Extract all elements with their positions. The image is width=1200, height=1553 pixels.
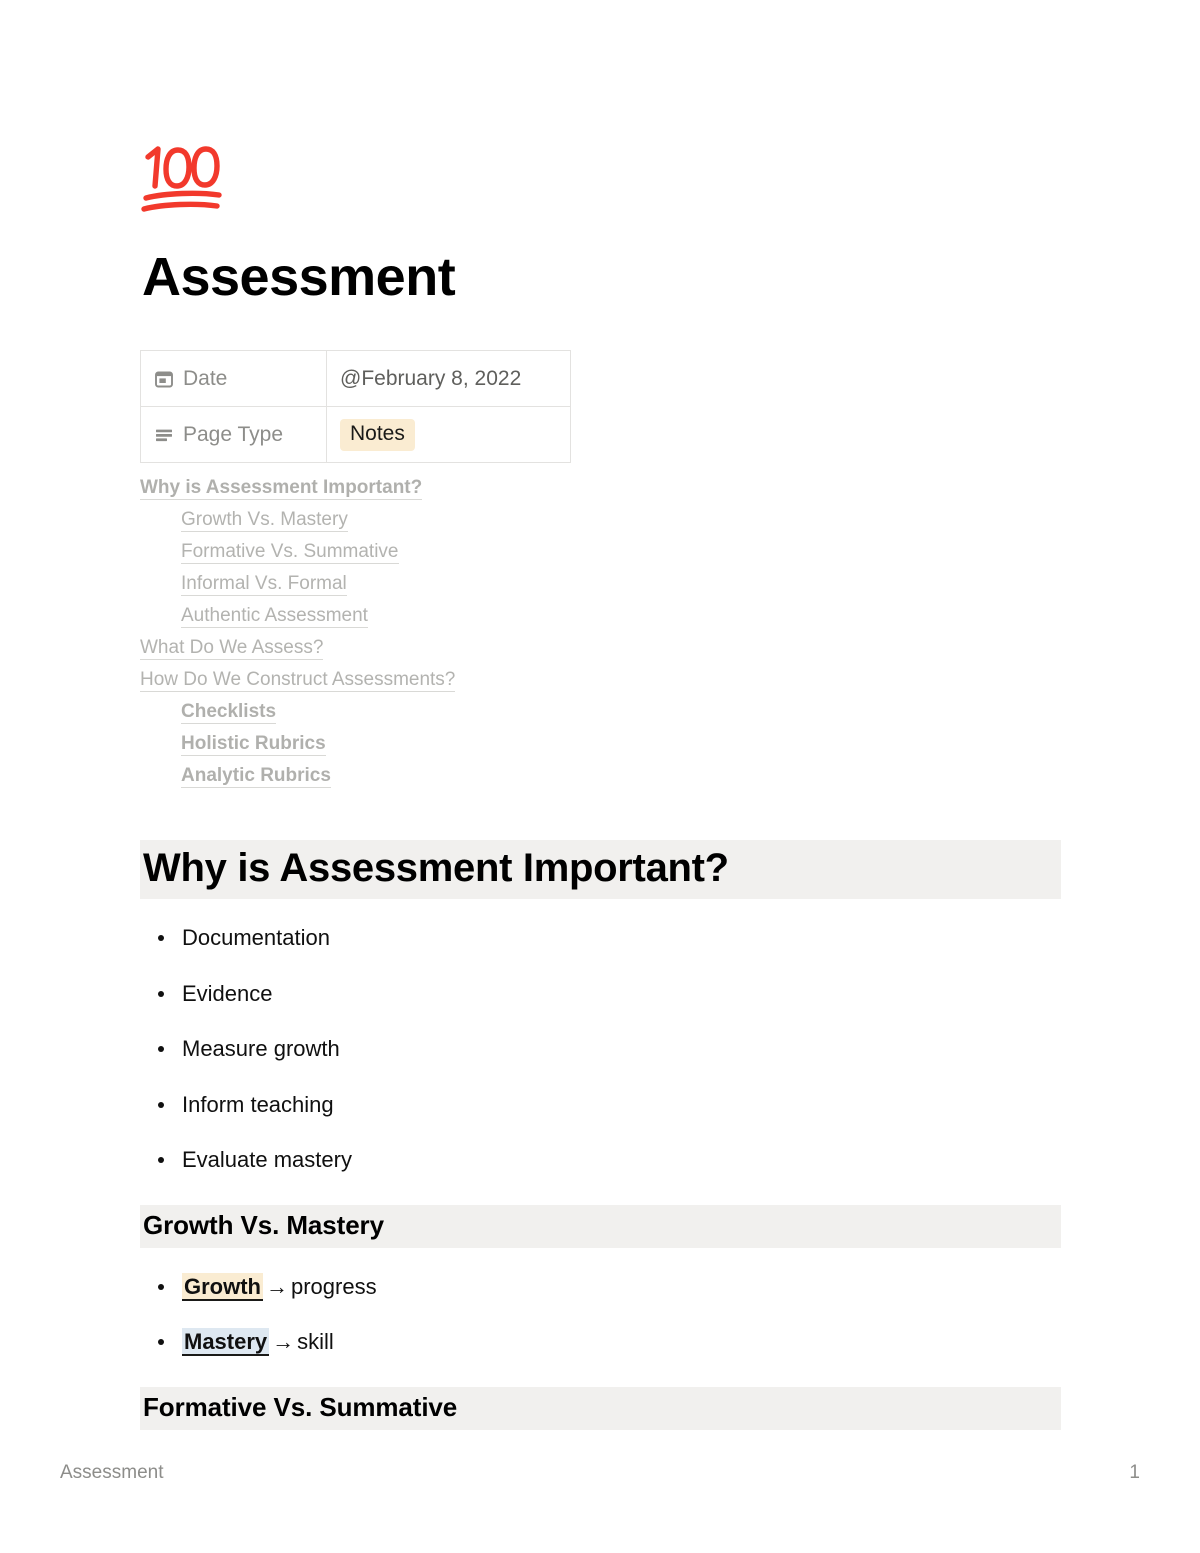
toc-link-authentic-assessment[interactable]: Authentic Assessment bbox=[181, 600, 1061, 632]
toc-link-holistic-rubrics[interactable]: Holistic Rubrics bbox=[181, 728, 1061, 760]
page-content: Assessment Date @February 8, 2022 Page T… bbox=[140, 0, 1061, 1430]
list-lines-icon bbox=[156, 429, 172, 441]
definition-mastery: skill bbox=[297, 1329, 334, 1355]
heading-text: Growth Vs. Mastery bbox=[143, 1210, 384, 1241]
growth-vs-mastery-list: Growth → progress Mastery → skill bbox=[140, 1272, 1061, 1357]
heading-text: Why is Assessment Important? bbox=[143, 846, 729, 891]
toc-link-what-do-we-assess[interactable]: What Do We Assess? bbox=[140, 632, 1061, 664]
section-heading-why-important: Why is Assessment Important? bbox=[140, 840, 1061, 900]
list-item: Evaluate mastery bbox=[140, 1146, 1061, 1175]
list-item: Growth → progress bbox=[140, 1272, 1061, 1302]
property-value-date[interactable]: @February 8, 2022 bbox=[326, 350, 571, 408]
arrow-glyph: → bbox=[266, 1273, 288, 1299]
page-icon bbox=[140, 0, 1061, 236]
term-growth: Growth bbox=[182, 1272, 263, 1301]
section-heading-growth-vs-mastery: Growth Vs. Mastery bbox=[140, 1205, 1061, 1248]
calendar-icon bbox=[155, 371, 173, 388]
property-value-page-type[interactable]: Notes bbox=[326, 406, 571, 464]
table-of-contents: Why is Assessment Important? Growth Vs. … bbox=[140, 472, 1061, 792]
list-item: Documentation bbox=[140, 924, 1061, 953]
list-item: Measure growth bbox=[140, 1035, 1061, 1064]
list-item: Evidence bbox=[140, 980, 1061, 1009]
properties-table: Date @February 8, 2022 Page Type Notes bbox=[140, 350, 571, 464]
footer-page-number: 1 bbox=[1129, 1462, 1140, 1483]
section-heading-formative-vs-summative: Formative Vs. Summative bbox=[140, 1386, 1061, 1430]
toc-link-formative-vs-summative[interactable]: Formative Vs. Summative bbox=[181, 536, 1061, 568]
table-row: Date @February 8, 2022 bbox=[140, 350, 571, 408]
toc-link-growth-vs-mastery[interactable]: Growth Vs. Mastery bbox=[181, 504, 1061, 536]
document-page: Assessment Date @February 8, 2022 Page T… bbox=[0, 0, 1200, 1553]
heading-text: Formative Vs. Summative bbox=[143, 1391, 458, 1422]
toc-link-how-do-we-construct-assessments[interactable]: How Do We Construct Assessments? bbox=[140, 664, 1061, 696]
property-key-page-type[interactable]: Page Type bbox=[140, 406, 327, 464]
property-label: Page Type bbox=[183, 422, 284, 446]
table-row: Page Type Notes bbox=[140, 406, 571, 464]
toc-link-why-is-assessment-important[interactable]: Why is Assessment Important? bbox=[140, 472, 1061, 504]
toc-link-checklists[interactable]: Checklists bbox=[181, 696, 1061, 728]
footer-document-name: Assessment bbox=[60, 1462, 164, 1483]
list-item: Inform teaching bbox=[140, 1091, 1061, 1120]
arrow-glyph: → bbox=[272, 1329, 295, 1355]
toc-link-informal-vs-formal[interactable]: Informal Vs. Formal bbox=[181, 568, 1061, 600]
list-item: Mastery → skill bbox=[140, 1328, 1061, 1357]
property-key-date[interactable]: Date bbox=[140, 350, 327, 408]
hundred-points-emoji-icon bbox=[141, 146, 222, 212]
why-important-list: Documentation Evidence Measure growth In… bbox=[140, 924, 1061, 1175]
term-mastery: Mastery bbox=[182, 1328, 270, 1357]
toc-link-analytic-rubrics[interactable]: Analytic Rubrics bbox=[181, 760, 1061, 792]
definition-growth: progress bbox=[291, 1273, 377, 1299]
page-footer: Assessment 1 bbox=[60, 1462, 1140, 1484]
date-value: @February 8, 2022 bbox=[340, 366, 522, 390]
page-title: Assessment bbox=[142, 247, 456, 307]
property-label: Date bbox=[183, 366, 228, 390]
status-badge: Notes bbox=[340, 418, 415, 451]
